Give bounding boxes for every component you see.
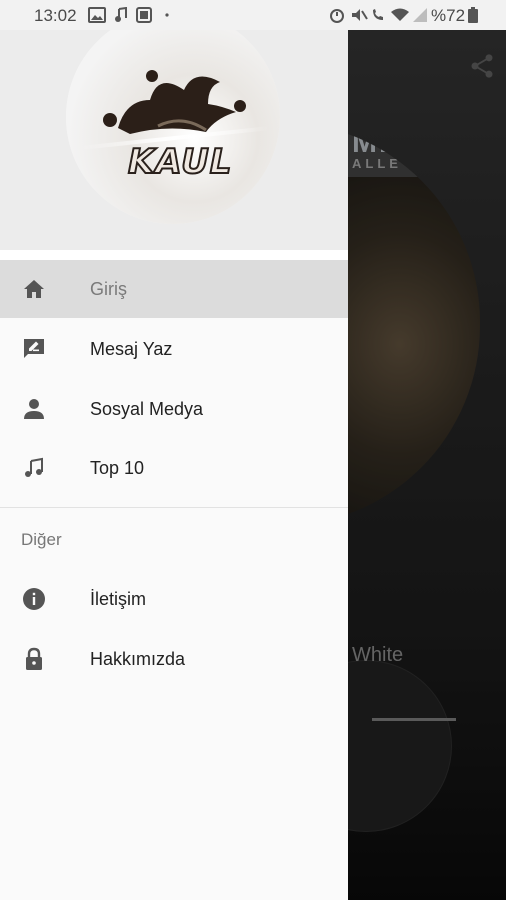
menu-item-label: Mesaj Yaz — [90, 339, 173, 359]
section-title-diger: Diğer — [21, 530, 62, 549]
menu-item-label: İletişim — [90, 589, 147, 609]
info-icon — [23, 588, 45, 610]
app-notification-icon — [136, 7, 152, 23]
wifi-icon — [391, 8, 409, 21]
home-icon — [24, 280, 44, 298]
menu-item-top-10[interactable]: Top 10 — [0, 439, 348, 497]
menu-item-label: Sosyal Medya — [90, 399, 204, 419]
navigation-drawer: KAUL Giriş Mesaj Yaz Sosyal Medya Top 10… — [0, 10, 348, 900]
battery-icon — [468, 7, 478, 23]
menu-item-label: Top 10 — [90, 458, 145, 478]
music-note-icon — [115, 7, 127, 22]
music-note-icon — [25, 457, 43, 477]
wifi-call-icon — [373, 9, 383, 20]
gallery-icon — [88, 7, 106, 23]
dot-icon — [165, 13, 169, 17]
divider — [0, 507, 348, 508]
logo-text: KAUL — [127, 141, 233, 183]
menu-item-mesaj-yaz[interactable]: Mesaj Yaz — [0, 320, 348, 378]
alarm-icon — [330, 9, 344, 23]
jester-hat-icon — [103, 70, 246, 134]
status-time: 13:02 — [34, 6, 77, 25]
person-icon — [24, 399, 44, 419]
status-bar: 13:02 %72 — [0, 0, 506, 30]
app-logo: KAUL — [66, 10, 280, 224]
menu-item-iletisim[interactable]: İletişim — [0, 570, 348, 628]
menu-item-sosyal-medya[interactable]: Sosyal Medya — [0, 380, 348, 438]
message-edit-icon — [24, 339, 44, 358]
drawer-header: KAUL — [0, 10, 348, 250]
menu-item-label: Giriş — [90, 279, 127, 299]
battery-percent: %72 — [431, 6, 466, 25]
mute-icon — [352, 9, 368, 21]
lock-icon — [26, 647, 42, 670]
menu-item-giris[interactable]: Giriş — [0, 260, 348, 318]
menu-item-label: Hakkımızda — [90, 649, 186, 669]
signal-icon — [413, 8, 427, 22]
menu-item-hakkimizda[interactable]: Hakkımızda — [0, 630, 348, 688]
